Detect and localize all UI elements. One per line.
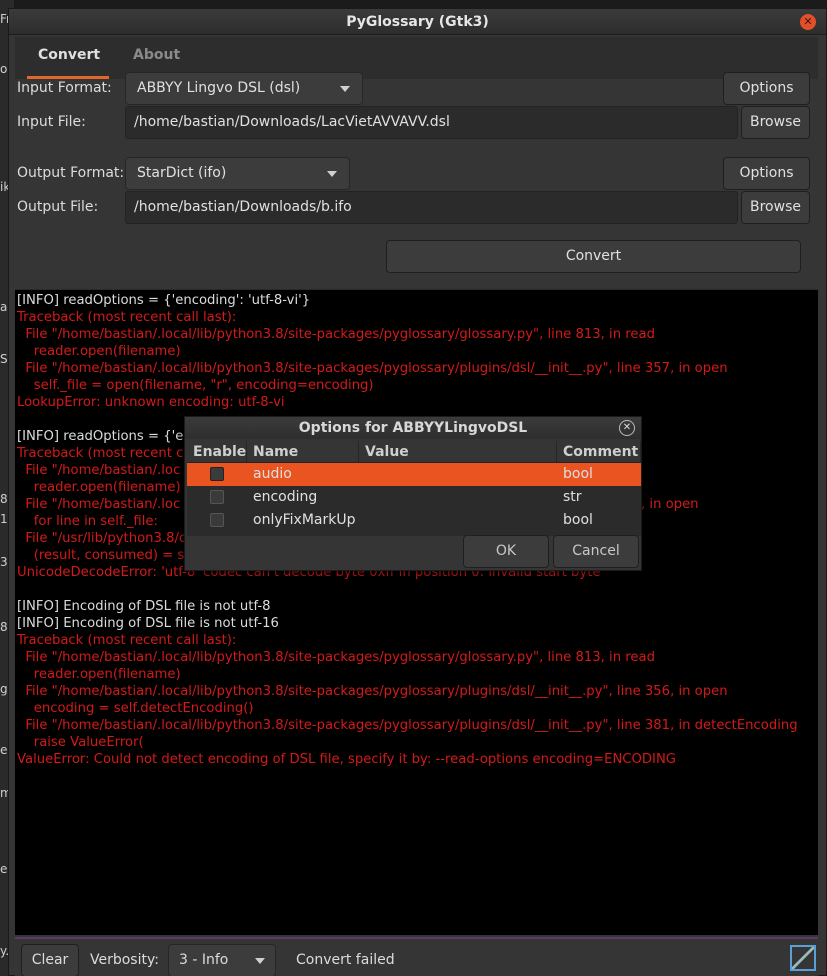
name-cell: audio — [253, 466, 292, 482]
comment-cell: bool — [563, 512, 593, 528]
verbosity-label: Verbosity: — [90, 952, 159, 968]
table-header: Enable Name Value Comment — [187, 441, 641, 463]
close-icon[interactable]: ✕ — [619, 420, 635, 436]
cancel-button[interactable]: Cancel — [553, 535, 639, 568]
input-file-label: Input File: — [17, 114, 86, 130]
column-header-enable[interactable]: Enable — [187, 441, 247, 462]
log-line: Traceback (most recent call last): — [17, 310, 237, 325]
input-options-button[interactable]: Options — [723, 72, 810, 105]
output-format-value: StarDict (ifo) — [137, 165, 227, 181]
bg-text-fragment: 8 — [0, 492, 8, 506]
verbosity-value: 3 - Info — [179, 952, 229, 968]
input-file-field[interactable]: /home/bastian/Downloads/LacVietAVVAVV.ds… — [125, 106, 738, 139]
column-header-comment[interactable]: Comment — [557, 441, 641, 462]
tab-convert[interactable]: Convert — [27, 37, 109, 79]
enable-cell — [187, 463, 247, 486]
close-icon[interactable]: ✕ — [800, 14, 816, 30]
output-format-combo[interactable]: StarDict (ifo) — [125, 157, 350, 190]
name-cell: encoding — [253, 489, 318, 505]
log-line: File "/home/bastian/.local/lib/python3.8… — [17, 718, 798, 733]
enable-checkbox[interactable] — [210, 513, 224, 527]
table-row[interactable]: onlyFixMarkUp bool — [187, 509, 641, 532]
window-title: PyGlossary (Gtk3) — [346, 13, 489, 30]
convert-button[interactable]: Convert — [386, 240, 801, 273]
chevron-down-icon — [327, 171, 337, 177]
enable-cell — [187, 509, 247, 532]
log-line: raise ValueError( — [17, 735, 144, 750]
input-format-combo[interactable]: ABBYY Lingvo DSL (dsl) — [125, 72, 363, 105]
log-line: LookupError: unknown encoding: utf-8-vi — [17, 395, 285, 410]
output-browse-button[interactable]: Browse — [741, 191, 810, 224]
value-cell[interactable] — [359, 486, 557, 509]
log-line: File "/home/bastian/.local/lib/python3.8… — [17, 650, 655, 665]
resize-grip-icon[interactable] — [790, 945, 816, 971]
clear-button[interactable]: Clear — [21, 944, 79, 976]
name-cell: onlyFixMarkUp — [253, 512, 356, 528]
enable-checkbox[interactable] — [210, 467, 224, 481]
log-line: File "/home/bastian/.local/lib/python3.8… — [17, 684, 728, 699]
bottom-bar: Clear Verbosity: 3 - Info Convert failed — [15, 937, 818, 976]
chevron-down-icon — [340, 86, 350, 92]
options-table: Enable Name Value Comment audio bool enc… — [187, 441, 641, 536]
log-line: [INFO] Encoding of DSL file is not utf-1… — [17, 616, 279, 631]
table-row[interactable]: audio bool — [187, 463, 641, 486]
dialog-title: Options for ABBYYLingvoDSL — [298, 420, 528, 436]
log-line: [INFO] Encoding of DSL file is not utf-8 — [17, 599, 271, 614]
value-cell[interactable] — [359, 509, 557, 532]
comment-cell: bool — [563, 466, 593, 482]
dialog-title-bar[interactable]: Options for ABBYYLingvoDSL ✕ — [185, 417, 641, 439]
input-format-value: ABBYY Lingvo DSL (dsl) — [137, 80, 301, 96]
output-file-field[interactable]: /home/bastian/Downloads/b.ifo — [125, 191, 738, 224]
table-row[interactable]: encoding str — [187, 486, 641, 509]
column-header-value[interactable]: Value — [359, 441, 557, 462]
log-line: reader.open(filename) — [17, 344, 181, 359]
enable-checkbox[interactable] — [210, 490, 224, 504]
bg-text-fragment: 8 — [0, 620, 8, 634]
status-text: Convert failed — [296, 952, 395, 968]
log-line: File "/home/bastian/.local/lib/python3.8… — [17, 361, 728, 376]
chevron-down-icon — [255, 958, 265, 964]
log-line: reader.open(filename) — [17, 667, 181, 682]
log-output[interactable]: [INFO] readOptions = {'encoding': 'utf-8… — [15, 289, 818, 935]
column-header-name[interactable]: Name — [247, 441, 359, 462]
input-browse-button[interactable]: Browse — [741, 106, 810, 139]
log-line: encoding = self.detectEncoding() — [17, 701, 254, 716]
input-format-label: Input Format: — [17, 80, 112, 96]
log-line: self._file = open(filename, "r", encodin… — [17, 378, 374, 393]
enable-cell — [187, 486, 247, 509]
output-options-button[interactable]: Options — [723, 157, 810, 190]
log-line: File "/home/bastian/.local/lib/python3.8… — [17, 327, 655, 342]
comment-cell: str — [563, 489, 582, 505]
output-format-label: Output Format: — [17, 165, 125, 181]
options-dialog: Options for ABBYYLingvoDSL ✕ Enable Name… — [184, 416, 642, 571]
log-line: ValueError: Could not detect encoding of… — [17, 752, 677, 767]
log-line: Traceback (most recent call last): — [17, 633, 237, 648]
title-bar[interactable]: PyGlossary (Gtk3) ✕ — [9, 9, 826, 35]
value-cell[interactable] — [359, 463, 557, 486]
ok-button[interactable]: OK — [463, 535, 549, 568]
output-file-label: Output File: — [17, 199, 99, 215]
log-line: [INFO] readOptions = {'encoding': 'utf-8… — [17, 293, 311, 308]
verbosity-combo[interactable]: 3 - Info — [168, 944, 276, 976]
